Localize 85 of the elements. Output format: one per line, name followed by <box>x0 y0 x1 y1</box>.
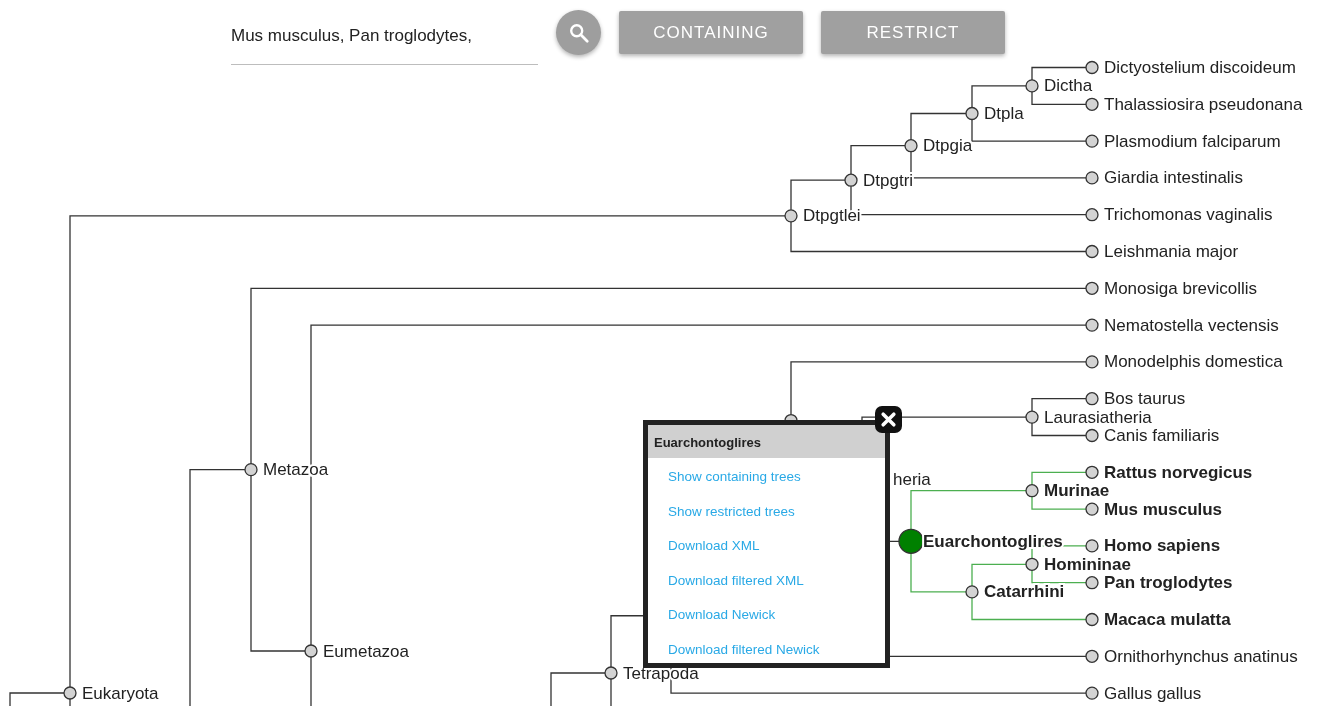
close-button[interactable] <box>875 406 902 433</box>
popup-link[interactable]: Show restricted trees <box>668 494 795 529</box>
tree-node[interactable] <box>1085 281 1099 295</box>
tree-node[interactable] <box>1025 557 1039 571</box>
node-label: Euarchontoglires <box>923 531 1063 551</box>
node-label: Ornithorhynchus anatinus <box>1104 646 1298 666</box>
filter-button[interactable]: CONTAINING <box>619 11 803 54</box>
node-label: Catarrhini <box>984 582 1065 602</box>
node-label: Murinae <box>1044 481 1110 501</box>
node-label: Gallus gallus <box>1104 683 1202 703</box>
node-label: Laurasiatheria <box>1044 407 1152 427</box>
tree-node[interactable] <box>965 106 979 121</box>
popup-link[interactable]: Download Newick <box>668 598 776 633</box>
branch-line <box>790 179 846 211</box>
tree-node[interactable] <box>604 666 618 680</box>
node-label: Monodelphis domestica <box>1104 352 1283 372</box>
node-label: Canis familiaris <box>1104 426 1220 445</box>
tree-node[interactable] <box>1085 208 1099 222</box>
tree-node[interactable] <box>1085 428 1099 443</box>
popup-link[interactable]: Download XML <box>668 529 760 564</box>
branch-line <box>1031 66 1087 81</box>
node-label: Leishmania major <box>1104 242 1239 261</box>
node-label: heria <box>893 469 931 489</box>
node-label: Eukaryota <box>82 683 159 703</box>
tree-node[interactable] <box>784 209 798 223</box>
branch-line <box>850 145 906 175</box>
node-label: Monosiga brevicollis <box>1104 278 1258 298</box>
tree-node[interactable] <box>1085 355 1099 369</box>
node-label: Dictyostelium discoideum <box>1104 58 1296 77</box>
tree-node[interactable] <box>1085 392 1099 406</box>
node-label: Mus musculus <box>1104 499 1223 519</box>
node-label: Dtpgia <box>923 136 973 156</box>
node-label: Thalassiosira pseudonana <box>1104 94 1303 114</box>
node-label: Dtpla <box>984 104 1024 123</box>
popup-link[interactable]: Show containing trees <box>668 460 801 495</box>
node-label: Rattus norvegicus <box>1104 462 1253 482</box>
tree-node[interactable] <box>1085 97 1099 111</box>
tree-node[interactable] <box>304 644 318 658</box>
tree-node[interactable] <box>1025 484 1039 498</box>
branch-line <box>910 112 967 141</box>
tree-node[interactable] <box>1085 244 1099 259</box>
tree-node[interactable] <box>1085 502 1099 516</box>
tree-node[interactable] <box>1085 171 1099 185</box>
tree-node[interactable] <box>898 528 924 554</box>
node-label: Nematostella vectensis <box>1104 315 1279 335</box>
tree-node[interactable] <box>1085 686 1099 700</box>
node-label: Pan troglodytes <box>1104 573 1233 593</box>
tree-node[interactable] <box>904 139 918 153</box>
close-icon <box>880 411 897 428</box>
node-label: Homininae <box>1044 554 1131 574</box>
tree-node[interactable] <box>1085 465 1099 479</box>
branch-line <box>1031 91 1087 105</box>
tree-node[interactable] <box>1085 576 1099 590</box>
node-label: Eumetazoa <box>323 641 409 661</box>
tree-node[interactable] <box>1085 649 1099 663</box>
popup-link[interactable]: Download filtered Newick <box>668 632 820 667</box>
node-label: Macaca mulatta <box>1104 610 1231 629</box>
node-label: Giardia intestinalis <box>1104 168 1243 188</box>
search-button[interactable] <box>556 10 601 55</box>
node-label: Homo sapiens <box>1104 536 1221 556</box>
tree-node[interactable] <box>1025 79 1039 93</box>
node-label: Dtpgtlei <box>803 206 861 226</box>
tree-node[interactable] <box>1085 60 1099 75</box>
tree-node[interactable] <box>844 173 858 187</box>
branch-line <box>971 85 1027 109</box>
node-label: Bos taurus <box>1104 389 1186 409</box>
branch-line <box>69 698 71 706</box>
popup-link[interactable]: Download filtered XML <box>668 563 804 598</box>
node-label: Plasmodium falciparum <box>1104 131 1281 151</box>
tree-node[interactable] <box>1025 410 1039 424</box>
tree-node[interactable] <box>1085 134 1099 148</box>
node-label: Dictha <box>1044 76 1093 96</box>
tree-node[interactable] <box>1085 318 1099 332</box>
tree-node[interactable] <box>965 585 979 599</box>
node-label: Dtpgtri <box>863 170 914 190</box>
branch-line <box>9 692 65 706</box>
tree-node[interactable] <box>1085 612 1099 627</box>
filter-button[interactable]: RESTRICT <box>821 11 1005 54</box>
popup-title: Euarchontoglires <box>648 425 885 458</box>
search-icon <box>567 21 590 44</box>
node-label: Trichomonas vaginalis <box>1104 205 1273 225</box>
tree-node[interactable] <box>1085 539 1099 553</box>
search-field[interactable]: Mus musculus, Pan troglodytes, <box>231 14 538 65</box>
tree-node[interactable] <box>244 463 258 477</box>
tree-node[interactable] <box>63 686 77 700</box>
